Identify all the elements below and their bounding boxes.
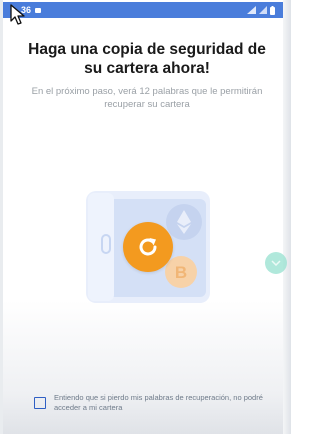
refresh-badge	[123, 222, 173, 272]
refresh-icon	[139, 238, 157, 256]
acknowledgement-text[interactable]: Entiendo que si pierdo mis palabras de r…	[54, 393, 270, 413]
status-icons	[247, 5, 275, 15]
mouse-cursor-icon	[10, 4, 25, 25]
signal-icon	[247, 6, 256, 14]
backup-wallet-screen: 36 Haga una copia de seguridad de su car…	[0, 0, 291, 434]
ethereum-icon	[166, 204, 202, 240]
frame-edge-right	[283, 0, 291, 434]
wifi-icon	[259, 6, 267, 14]
notification-icon	[35, 7, 42, 13]
acknowledgement-checkbox[interactable]	[34, 397, 46, 409]
page-title: Haga una copia de seguridad de su carter…	[28, 41, 266, 77]
status-bar: 36	[3, 2, 283, 18]
svg-text:B: B	[175, 263, 187, 282]
floating-side-button[interactable]	[265, 252, 287, 274]
chevron-icon	[271, 260, 281, 266]
acknowledgement-row[interactable]: Entiendo que si pierdo mis palabras de r…	[34, 393, 270, 423]
bitcoin-icon: B	[165, 256, 197, 288]
page-subtitle: En el próximo paso, verá 12 palabras que…	[31, 86, 263, 110]
battery-icon	[270, 5, 275, 15]
